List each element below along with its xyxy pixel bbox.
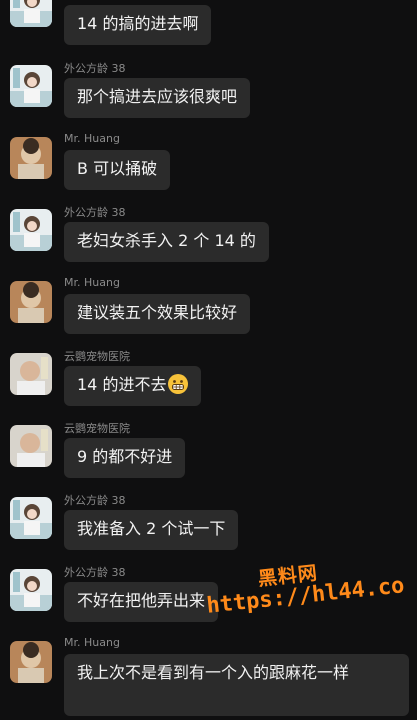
message-text: 9 的都不好进	[77, 447, 173, 466]
message-text: 我准备入 2 个试一下	[77, 519, 226, 538]
message-bubble[interactable]: 建议装五个效果比较好	[64, 294, 251, 334]
message-text: 14 的进不去	[77, 375, 167, 394]
message-text: 老妇女杀手入 2 个 14 的	[77, 231, 256, 250]
sender-name: Mr. Huang	[64, 132, 120, 145]
message-text: 那个搞进去应该很爽吧	[77, 87, 238, 106]
sender-name: 外公方龄 38	[64, 206, 126, 219]
elder-avatar[interactable]	[10, 353, 52, 395]
message-bubble[interactable]: 14 的搞的进去啊	[64, 5, 212, 45]
sender-name: 云鹦宠物医院	[64, 350, 130, 363]
elder-avatar[interactable]	[10, 425, 52, 467]
sender-name: Mr. Huang	[64, 276, 120, 289]
sender-name: 外公方龄 38	[64, 62, 126, 75]
man-avatar[interactable]	[10, 137, 52, 179]
message-bubble[interactable]: 我准备入 2 个试一下	[64, 510, 239, 550]
message-text: 我上次不是看到有一个入的跟麻花一样	[77, 663, 350, 682]
man-avatar[interactable]	[10, 641, 52, 683]
girl-avatar[interactable]	[10, 65, 52, 107]
man-avatar[interactable]	[10, 281, 52, 323]
message-bubble[interactable]: 14 的进不去	[64, 366, 202, 406]
girl-avatar[interactable]	[10, 569, 52, 611]
sender-name: 外公方龄 38	[64, 566, 126, 579]
message-bubble[interactable]: 我上次不是看到有一个入的跟麻花一样	[64, 654, 409, 716]
girl-avatar[interactable]	[10, 209, 52, 251]
message-bubble[interactable]: 老妇女杀手入 2 个 14 的	[64, 222, 269, 262]
message-bubble[interactable]: 那个搞进去应该很爽吧	[64, 78, 251, 118]
girl-avatar[interactable]	[10, 0, 52, 27]
grin-emoji-icon	[168, 374, 189, 394]
message-text: 建议装五个效果比较好	[77, 303, 238, 322]
sender-name: 云鹦宠物医院	[64, 422, 130, 435]
sender-name: Mr. Huang	[64, 636, 120, 649]
message-text: 14 的搞的进去啊	[77, 14, 199, 33]
sender-name: 外公方龄 38	[64, 494, 126, 507]
message-text: B 可以捅破	[77, 159, 158, 178]
message-text: 不好在把他弄出来	[77, 591, 206, 610]
message-bubble[interactable]: 9 的都不好进	[64, 438, 186, 478]
message-bubble[interactable]: 不好在把他弄出来	[64, 582, 219, 622]
message-bubble[interactable]: B 可以捅破	[64, 150, 171, 190]
girl-avatar[interactable]	[10, 497, 52, 539]
